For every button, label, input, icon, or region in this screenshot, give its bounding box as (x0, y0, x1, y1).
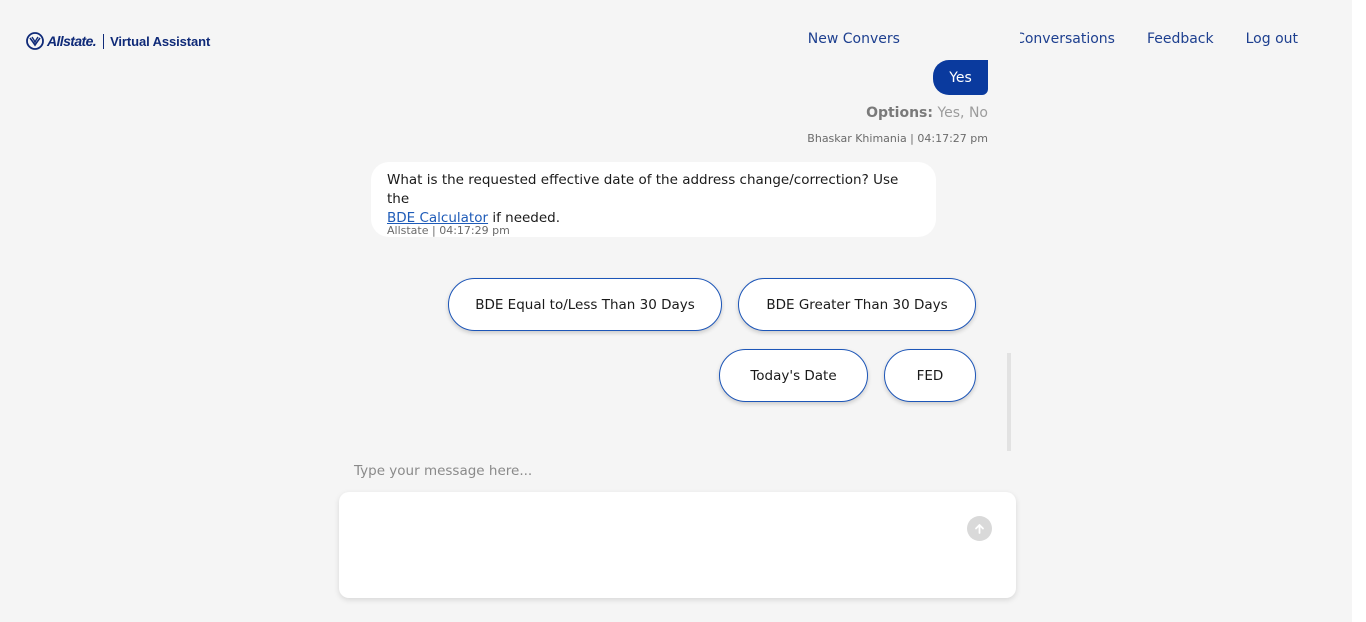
quick-reply-fed[interactable]: FED (884, 349, 976, 402)
header: Allstate. Virtual Assistant New Conversa… (0, 0, 1352, 78)
message-composer (339, 492, 1016, 598)
allstate-hands-icon (26, 32, 44, 50)
bot-message-meta: Allstate | 04:17:29 pm (387, 224, 510, 237)
window-edge (1352, 0, 1366, 622)
top-nav: New Conversation Active Conversations Fe… (808, 31, 1298, 47)
user-message-options: Options: Yes, No (866, 105, 988, 121)
arrow-up-circle-icon (975, 524, 984, 534)
options-values: Yes, No (937, 105, 988, 121)
message-input[interactable] (353, 504, 957, 588)
quick-reply-todays-date[interactable]: Today's Date (719, 349, 868, 402)
quick-reply-bde-greater-30[interactable]: BDE Greater Than 30 Days (738, 278, 976, 331)
allstate-logo[interactable]: Allstate. Virtual Assistant (25, 32, 210, 50)
user-message-bubble: Yes (933, 60, 988, 95)
header-mask (900, 0, 1020, 60)
message-input-label: Type your message here... (354, 463, 533, 479)
send-button[interactable] (967, 516, 992, 541)
chat-page: Allstate. Virtual Assistant New Conversa… (0, 0, 1352, 622)
logo-divider (103, 33, 105, 49)
options-label: Options: (866, 105, 933, 121)
nav-feedback[interactable]: Feedback (1147, 31, 1214, 47)
quick-reply-bde-equal-less-30[interactable]: BDE Equal to/Less Than 30 Days (448, 278, 722, 331)
logo-brand: Allstate. (47, 33, 97, 49)
nav-log-out[interactable]: Log out (1246, 31, 1298, 47)
user-message-meta: Bhaskar Khimania | 04:17:27 pm (807, 132, 988, 145)
bot-message-text: What is the requested effective date of … (387, 172, 899, 207)
chat-scrollbar[interactable] (1007, 353, 1011, 451)
logo-product-name: Virtual Assistant (110, 33, 211, 49)
